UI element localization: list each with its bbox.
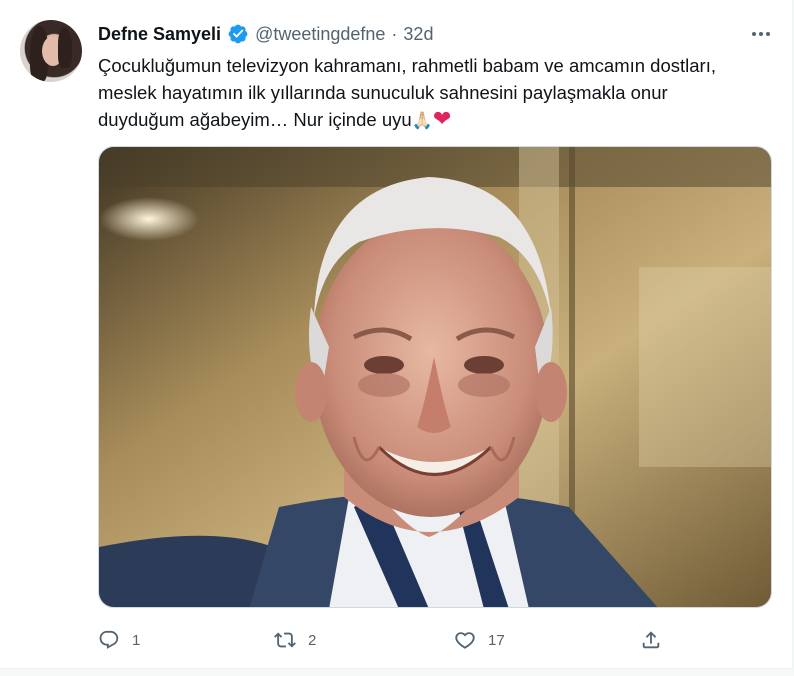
author-name[interactable]: Defne Samyeli	[98, 24, 221, 45]
retweet-icon	[274, 632, 296, 648]
like-count: 17	[488, 631, 505, 649]
reply-button[interactable]: 1	[98, 626, 140, 654]
author-handle[interactable]: @tweetingdefne	[255, 24, 385, 45]
more-dots-icon[interactable]	[748, 22, 774, 46]
tweet-text: Çocukluğumun televizyon kahramanı, rahme…	[98, 52, 778, 135]
tweet-photo[interactable]	[98, 146, 772, 608]
tweet-timestamp[interactable]: 32d	[403, 24, 433, 45]
tweet-text-line: Çocukluğumun televizyon kahramanı, rahme…	[98, 55, 716, 76]
tweet-actions: 1 2 17	[98, 626, 678, 654]
praying-hands-emoji: 🙏🏻	[411, 111, 433, 131]
avatar[interactable]	[20, 20, 82, 82]
verified-badge-icon	[227, 23, 249, 45]
tweet-text-line-last: duyduğum ağabeyim… Nur içinde uyu🙏🏻❤	[98, 106, 778, 135]
tweet-card[interactable]: Defne Samyeli @tweetingdefne · 32d Çocuk…	[0, 0, 793, 669]
photo-portrait-illustration	[99, 147, 771, 607]
red-heart-emoji: ❤	[432, 106, 452, 131]
heart-icon	[455, 632, 475, 649]
tweet-header: Defne Samyeli @tweetingdefne · 32d	[98, 20, 433, 48]
tweet-text-line: duyduğum ağabeyim… Nur içinde uyu	[98, 109, 412, 130]
tweet-text-line: meslek hayatımın ilk yıllarında sunuculu…	[98, 82, 668, 103]
reply-icon	[99, 630, 119, 649]
avatar-hair-right	[58, 28, 72, 68]
separator-dot: ·	[391, 23, 398, 44]
retweet-button[interactable]: 2	[274, 626, 316, 654]
share-icon	[642, 631, 660, 649]
reply-count: 1	[132, 631, 141, 649]
like-button[interactable]: 17	[454, 626, 505, 654]
retweet-count: 2	[308, 631, 317, 649]
share-button[interactable]	[640, 626, 674, 654]
